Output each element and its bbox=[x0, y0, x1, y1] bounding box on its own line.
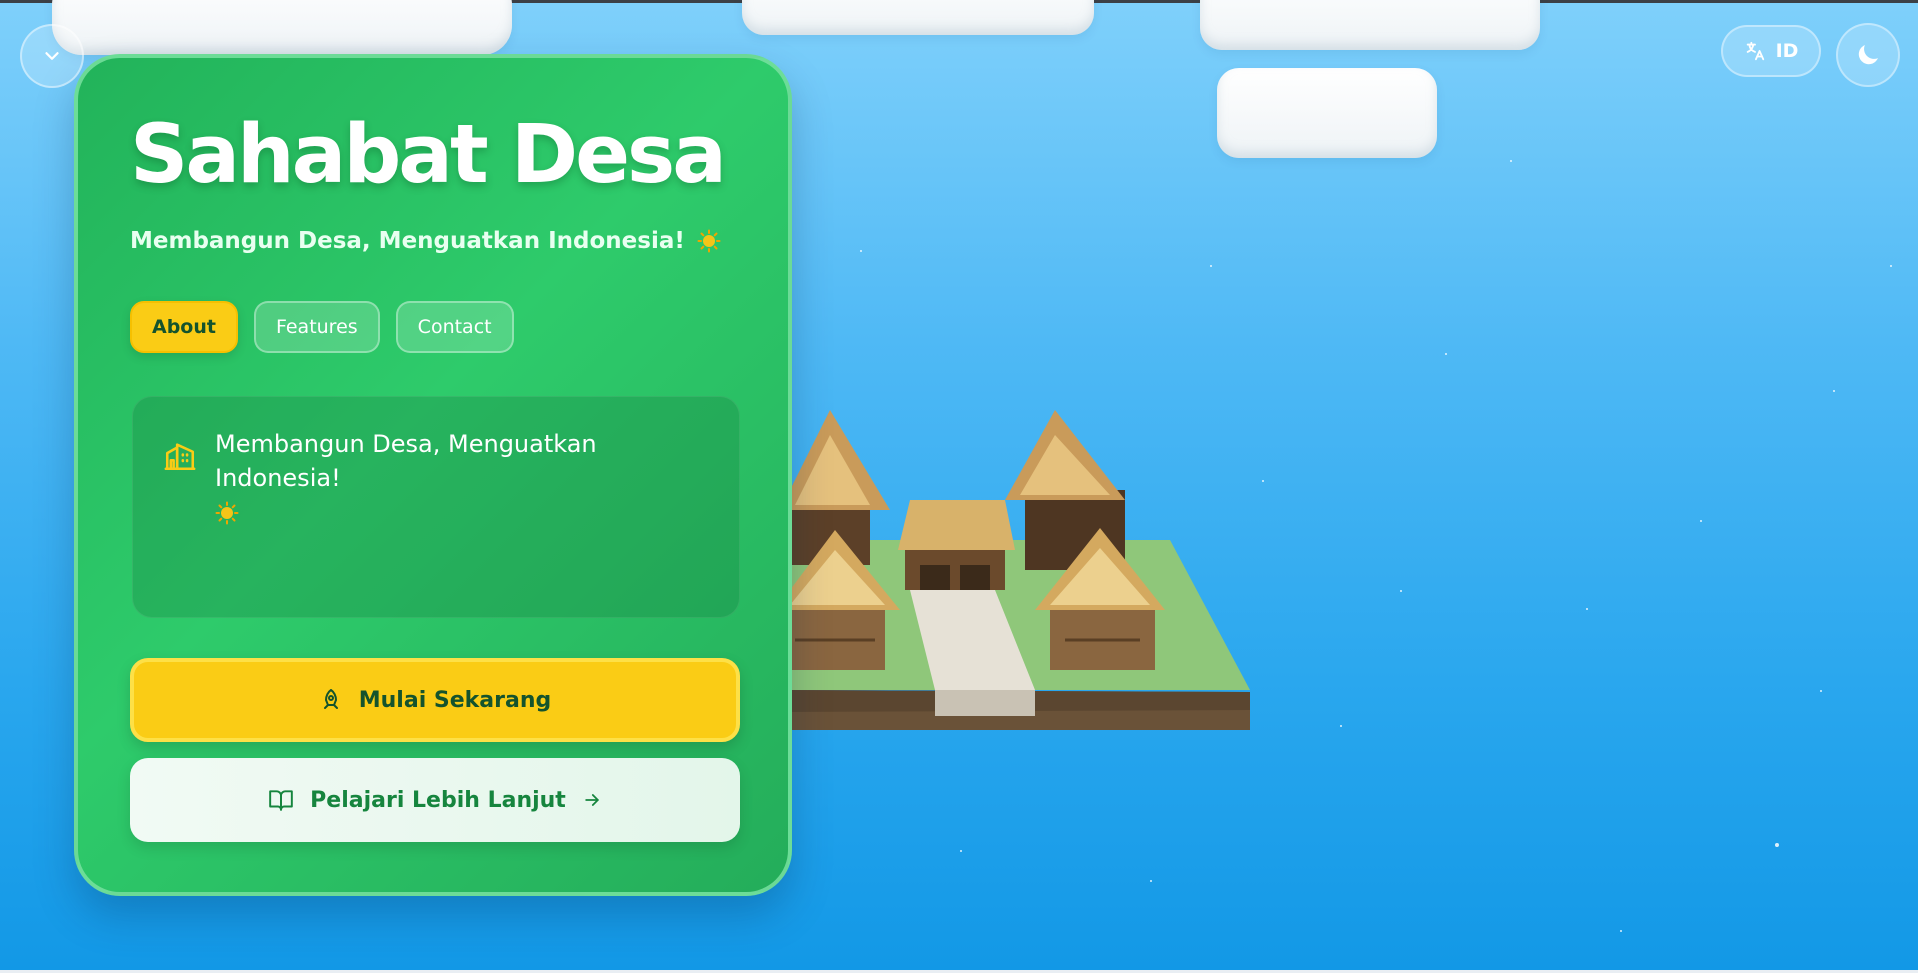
tab-about[interactable]: About bbox=[130, 301, 238, 353]
get-started-button[interactable]: Mulai Sekarang bbox=[130, 658, 740, 742]
rocket-icon bbox=[323, 689, 338, 709]
cloud bbox=[742, 0, 1094, 35]
learn-more-button[interactable]: Pelajari Lebih Lanjut bbox=[130, 758, 740, 842]
about-panel: Membangun Desa, Menguatkan Indonesia! bbox=[132, 396, 740, 618]
cloud bbox=[52, 0, 512, 55]
subtitle-text: Membangun Desa, Menguatkan Indonesia! bbox=[130, 228, 685, 254]
language-toggle-button[interactable]: ID bbox=[1721, 25, 1821, 77]
about-text-content: Membangun Desa, Menguatkan Indonesia! bbox=[215, 430, 597, 492]
sun-emoji-icon bbox=[697, 229, 721, 253]
learn-more-label: Pelajari Lebih Lanjut bbox=[310, 787, 566, 813]
translate-icon bbox=[1746, 41, 1764, 61]
page-title: Sahabat Desa bbox=[130, 108, 727, 202]
get-started-label: Mulai Sekarang bbox=[358, 687, 552, 713]
cloud bbox=[1200, 0, 1540, 50]
arrow-right-icon bbox=[585, 794, 599, 806]
collapse-panel-button[interactable] bbox=[20, 24, 84, 88]
theme-toggle-button[interactable] bbox=[1836, 23, 1900, 87]
language-label: ID bbox=[1775, 40, 1799, 62]
building-icon bbox=[164, 443, 196, 471]
tab-features[interactable]: Features bbox=[253, 301, 380, 353]
cloud bbox=[1217, 68, 1437, 158]
hero-card: Sahabat Desa Membangun Desa, Menguatkan … bbox=[74, 54, 792, 896]
chevron-down-icon bbox=[45, 52, 59, 60]
hero-subtitle: Membangun Desa, Menguatkan Indonesia! bbox=[130, 228, 721, 254]
hut-center bbox=[898, 500, 1015, 590]
section-tabs: About Features Contact bbox=[130, 301, 514, 353]
sun-emoji-icon bbox=[215, 501, 239, 525]
moon-icon bbox=[1858, 45, 1878, 65]
tab-contact[interactable]: Contact bbox=[395, 301, 514, 353]
about-text: Membangun Desa, Menguatkan Indonesia! bbox=[215, 427, 715, 529]
village-illustration bbox=[780, 410, 1250, 730]
book-open-icon bbox=[269, 790, 293, 811]
